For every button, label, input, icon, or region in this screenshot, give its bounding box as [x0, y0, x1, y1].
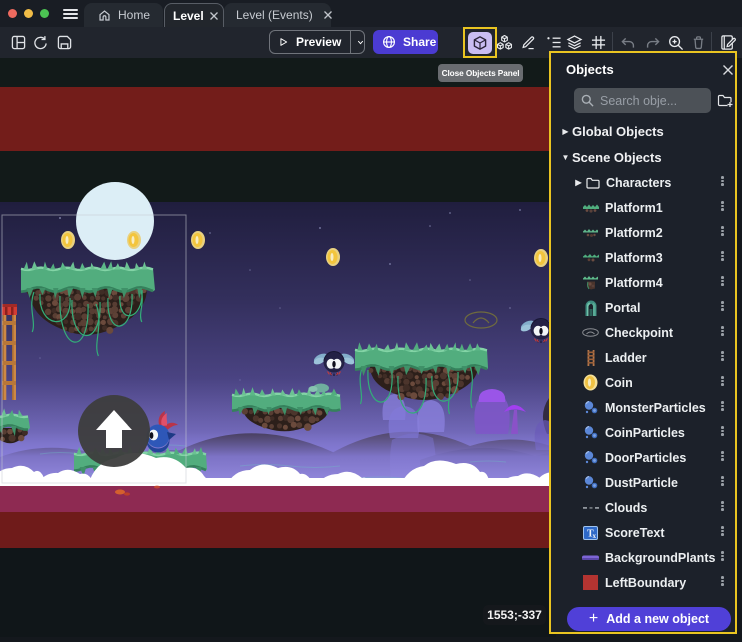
- svg-text:x: x: [593, 532, 597, 540]
